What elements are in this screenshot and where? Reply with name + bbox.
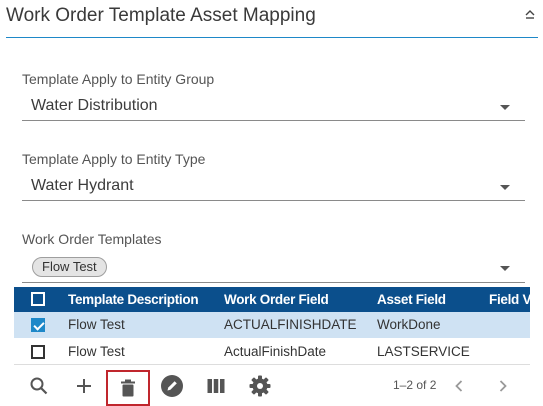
- templates-label: Work Order Templates: [22, 231, 162, 247]
- search-icon: [30, 377, 48, 395]
- entity-group-label: Template Apply to Entity Group: [22, 71, 215, 87]
- grid-toolbar: 1–2 of 2: [14, 368, 530, 406]
- column-header-template-description[interactable]: Template Description: [68, 292, 199, 307]
- entity-group-value: Water Distribution: [31, 97, 158, 114]
- columns-button[interactable]: [194, 370, 238, 402]
- table-cell: ACTUALFINISHDATE: [224, 317, 357, 332]
- edit-icon: [161, 375, 183, 397]
- select-all-checkbox[interactable]: [31, 292, 45, 306]
- add-icon: [77, 379, 91, 393]
- chevron-left-icon: [455, 380, 463, 392]
- row-checkbox[interactable]: [31, 345, 45, 359]
- settings-button[interactable]: [238, 370, 282, 402]
- columns-icon: [207, 379, 225, 393]
- mapping-grid: Template Description Work Order Field As…: [14, 287, 530, 365]
- chevron-down-icon: [500, 266, 510, 271]
- entity-type-value: Water Hydrant: [31, 177, 134, 194]
- delete-icon: [121, 379, 135, 397]
- page-title: Work Order Template Asset Mapping: [6, 5, 316, 26]
- entity-group-select[interactable]: Water Distribution: [22, 93, 525, 121]
- previous-page-button[interactable]: [439, 370, 479, 402]
- templates-field: Work Order Templates Flow Test: [22, 231, 525, 283]
- add-button[interactable]: [62, 370, 106, 402]
- collapse-icon[interactable]: [523, 8, 537, 24]
- table-cell: ActualFinishDate: [224, 344, 327, 359]
- column-header-asset-field[interactable]: Asset Field: [377, 292, 446, 307]
- row-checkbox[interactable]: [31, 318, 45, 332]
- table-row[interactable]: Flow Test ActualFinishDate LASTSERVICE: [14, 339, 530, 365]
- panel-header: Work Order Template Asset Mapping: [0, 0, 543, 38]
- chevron-right-icon: [499, 380, 507, 392]
- delete-button[interactable]: [106, 370, 150, 406]
- column-header-work-order-field[interactable]: Work Order Field: [224, 292, 329, 307]
- table-cell: WorkDone: [377, 317, 441, 332]
- template-chip[interactable]: Flow Test: [32, 257, 107, 277]
- table-row[interactable]: Flow Test ACTUALFINISHDATE WorkDone: [14, 312, 530, 338]
- grid-header-row: Template Description Work Order Field As…: [14, 287, 530, 312]
- entity-type-field: Template Apply to Entity Type Water Hydr…: [22, 151, 525, 201]
- table-cell: Flow Test: [68, 344, 125, 359]
- chevron-down-icon: [500, 105, 510, 110]
- pagination-range: 1–2 of 2: [393, 378, 437, 392]
- settings-icon: [249, 375, 271, 397]
- entity-type-label: Template Apply to Entity Type: [22, 151, 206, 167]
- edit-button[interactable]: [150, 370, 194, 402]
- table-cell: LASTSERVICE: [377, 344, 470, 359]
- entity-type-select[interactable]: Water Hydrant: [22, 173, 525, 201]
- templates-select[interactable]: Flow Test: [22, 253, 525, 283]
- entity-group-field: Template Apply to Entity Group Water Dis…: [22, 71, 525, 121]
- header-divider: [6, 37, 538, 38]
- chevron-down-icon: [500, 185, 510, 190]
- column-header-field-value[interactable]: Field V: [489, 292, 530, 307]
- next-page-button[interactable]: [483, 370, 523, 402]
- table-cell: Flow Test: [68, 317, 125, 332]
- search-button[interactable]: [17, 370, 61, 402]
